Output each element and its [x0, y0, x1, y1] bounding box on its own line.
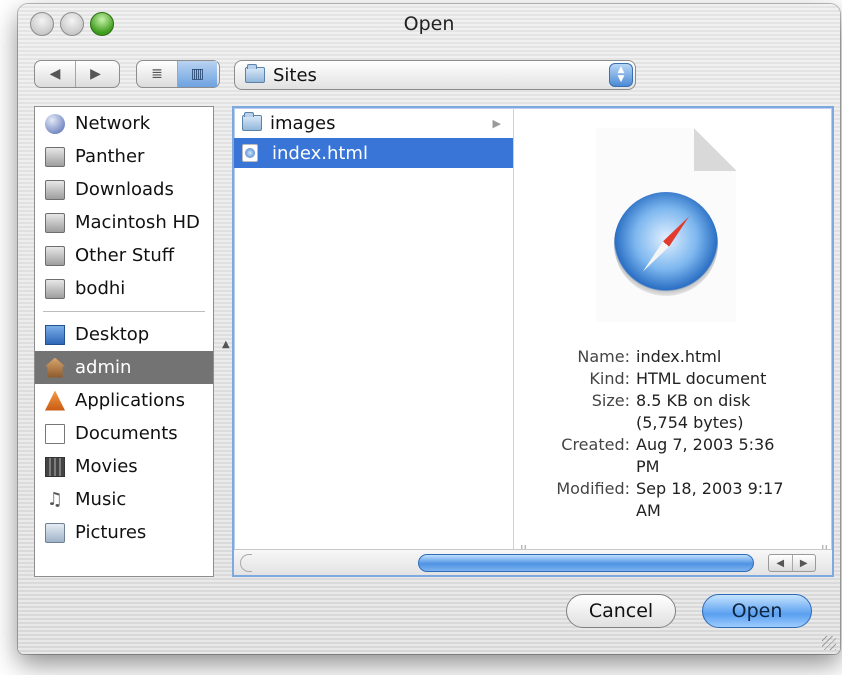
open-dialog-window: Open ◀ ▶ ≣ ▥ Sites ▲ ▼ Network Panther D…	[18, 4, 840, 654]
column-view-icon: ▥	[190, 66, 205, 82]
info-row-name: Name: index.html	[526, 346, 826, 368]
sidebar-item-downloads[interactable]: Downloads	[35, 173, 213, 206]
file-preview: Name: index.html Kind: HTML document Siz…	[526, 108, 826, 549]
sidebar-item-macintosh-hd[interactable]: Macintosh HD	[35, 206, 213, 239]
file-info: Name: index.html Kind: HTML document Siz…	[526, 346, 826, 522]
hard-disk-icon	[45, 212, 65, 233]
sidebar-item-label: bodhi	[75, 278, 126, 299]
sidebar-item-label: Pictures	[75, 522, 147, 543]
info-value: Aug 7, 2003 5:36 PM	[636, 435, 775, 476]
cancel-button[interactable]: Cancel	[566, 594, 676, 628]
location-popup[interactable]: Sites ▲ ▼	[234, 60, 636, 90]
list-view-icon: ≣	[151, 66, 163, 82]
scroll-track-start	[240, 554, 252, 572]
column-view-button[interactable]: ▥	[177, 61, 217, 87]
list-item-images[interactable]: images ▶	[234, 108, 513, 138]
html-document-icon	[242, 144, 258, 162]
sidebar-split-handle[interactable]: ▲	[222, 339, 230, 350]
scroll-arrows: ◀ ▶	[768, 554, 816, 572]
info-row-kind: Kind: HTML document	[526, 368, 826, 390]
sidebar-item-label: admin	[75, 357, 132, 378]
info-value: index.html	[636, 347, 722, 366]
sidebar-item-label: Panther	[75, 146, 145, 167]
back-arrow-icon: ◀	[49, 66, 61, 82]
back-forward-control: ◀ ▶	[34, 60, 120, 88]
resize-grip-icon[interactable]	[822, 636, 836, 650]
info-key: Size:	[591, 391, 630, 410]
sidebar-divider	[43, 311, 205, 312]
info-row-modified: Modified: Sep 18, 2003 9:17 AM	[526, 478, 826, 522]
sidebar-item-label: Documents	[75, 423, 178, 444]
scroll-left-button[interactable]: ◀	[769, 555, 792, 571]
window-title: Open	[403, 13, 455, 35]
sidebar-item-label: Network	[75, 113, 151, 134]
hard-disk-icon	[45, 278, 65, 299]
home-icon	[45, 357, 65, 378]
info-key: Kind:	[589, 369, 630, 388]
safari-compass-icon	[614, 192, 718, 296]
pictures-icon	[45, 522, 65, 543]
file-name: index.html	[272, 142, 368, 164]
info-row-size: Size: 8.5 KB on disk (5,754 bytes)	[526, 390, 826, 434]
movies-icon	[45, 456, 65, 477]
sidebar-item-music[interactable]: ♫ Music	[35, 483, 213, 516]
sidebar-item-label: Music	[75, 489, 127, 510]
scroll-right-button[interactable]: ▶	[791, 555, 816, 571]
safari-document-icon	[596, 128, 736, 322]
sidebar-item-movies[interactable]: Movies	[35, 450, 213, 483]
location-label: Sites	[273, 64, 317, 86]
file-browser: images ▶ index.html II Name: index.html	[232, 106, 834, 577]
sidebar-item-applications[interactable]: Applications	[35, 384, 213, 417]
info-key: Modified:	[556, 479, 630, 498]
sidebar-item-admin[interactable]: admin	[35, 351, 213, 384]
forward-button[interactable]: ▶	[75, 61, 115, 87]
hard-disk-icon	[45, 245, 65, 266]
scroll-thumb[interactable]	[418, 554, 754, 572]
sidebar-item-label: Movies	[75, 456, 138, 477]
folder-icon	[242, 112, 262, 131]
info-key: Name:	[577, 347, 630, 366]
sidebar-item-network[interactable]: Network	[35, 107, 213, 140]
title-bar[interactable]: Open	[18, 4, 840, 44]
hard-disk-icon	[45, 179, 65, 200]
sidebar-item-label: Downloads	[75, 179, 174, 200]
sidebar-item-other-stuff[interactable]: Other Stuff	[35, 239, 213, 272]
sidebar-item-documents[interactable]: Documents	[35, 417, 213, 450]
sidebar-item-bodhi[interactable]: bodhi	[35, 272, 213, 305]
info-value: Sep 18, 2003 9:17 AM	[636, 479, 784, 520]
desktop-icon	[45, 324, 65, 345]
sidebar-item-pictures[interactable]: Pictures	[35, 516, 213, 549]
browser-column: images ▶ index.html	[234, 108, 514, 549]
view-mode-control: ≣ ▥	[136, 60, 220, 88]
horizontal-scrollbar[interactable]: ◀ ▶	[234, 549, 832, 575]
file-name: images	[270, 112, 336, 134]
info-value: 8.5 KB on disk (5,754 bytes)	[636, 391, 751, 432]
sidebar-item-label: Other Stuff	[75, 245, 175, 266]
open-button[interactable]: Open	[702, 594, 812, 628]
info-key: Created:	[561, 435, 630, 454]
sidebar-item-label: Desktop	[75, 324, 150, 345]
info-value: HTML document	[636, 369, 767, 388]
sidebar: Network Panther Downloads Macintosh HD O…	[34, 106, 214, 577]
sidebar-item-panther[interactable]: Panther	[35, 140, 213, 173]
popup-arrows-icon[interactable]: ▲ ▼	[609, 63, 633, 87]
info-row-created: Created: Aug 7, 2003 5:36 PM	[526, 434, 826, 478]
back-button[interactable]: ◀	[35, 61, 75, 87]
list-view-button[interactable]: ≣	[137, 61, 177, 87]
hard-disk-icon	[45, 146, 65, 167]
music-icon: ♫	[46, 488, 64, 510]
applications-icon	[45, 390, 65, 411]
list-item-index-html[interactable]: index.html	[234, 138, 513, 168]
forward-arrow-icon: ▶	[90, 66, 101, 82]
sidebar-item-label: Applications	[75, 390, 185, 411]
network-globe-icon	[45, 113, 65, 134]
folder-icon	[245, 64, 265, 83]
documents-icon	[45, 423, 65, 444]
sidebar-item-label: Macintosh HD	[75, 212, 200, 233]
disclosure-arrow-icon: ▶	[492, 116, 501, 130]
sidebar-item-desktop[interactable]: Desktop	[35, 318, 213, 351]
